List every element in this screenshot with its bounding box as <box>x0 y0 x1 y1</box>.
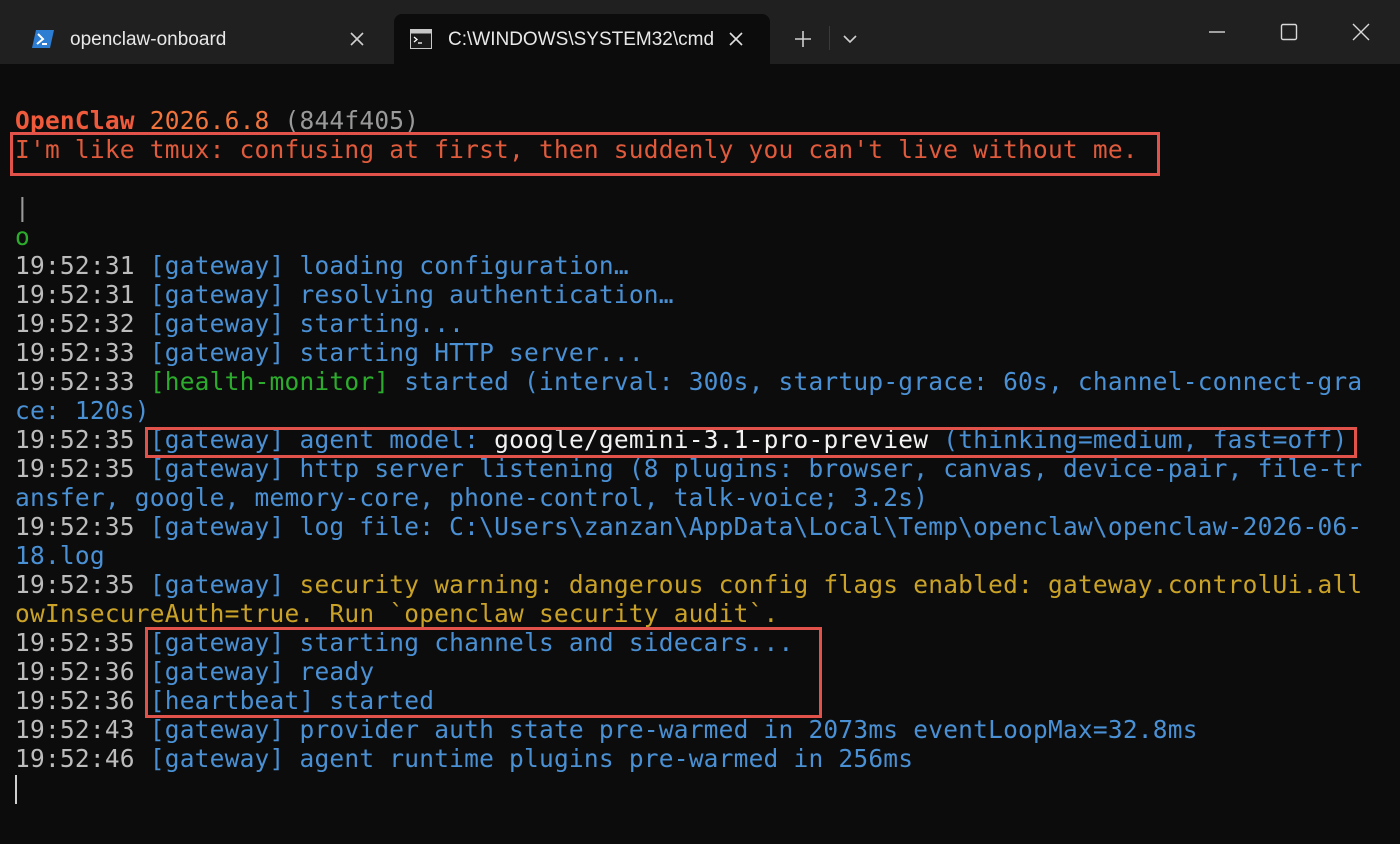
app-name: OpenClaw <box>15 106 135 135</box>
tab-separator <box>829 26 830 50</box>
log-line: 19:52:32 [gateway] starting... <box>15 309 465 338</box>
log-line-wrap: ce: 120s) <box>15 396 150 425</box>
log-line: 19:52:35 [gateway] http server listening… <box>15 454 1363 483</box>
log-line: 19:52:35 [gateway] log file: C:\Users\za… <box>15 512 1363 541</box>
banner-line: OpenClaw 2026.6.8 (844f405) <box>15 106 419 135</box>
log-line: 19:52:35 [gateway] agent model: google/g… <box>15 425 1348 454</box>
build-hash: (844f405) <box>284 106 420 135</box>
powershell-icon <box>32 30 54 48</box>
app-version: 2026.6.8 <box>149 106 270 135</box>
log-line: 19:52:33 [gateway] starting HTTP server.… <box>15 338 644 367</box>
text-cursor <box>15 775 17 804</box>
tab-title: C:\WINDOWS\SYSTEM32\cmd <box>448 29 715 50</box>
close-window-button[interactable] <box>1337 14 1385 50</box>
minimize-icon <box>1209 31 1225 33</box>
log-line: 19:52:36 [gateway] ready <box>15 657 375 686</box>
new-tab-button[interactable] <box>787 24 819 54</box>
maximize-icon <box>1280 23 1298 41</box>
log-line: 19:52:35 [gateway] starting channels and… <box>15 628 794 657</box>
tab-close-icon[interactable] <box>721 24 751 54</box>
log-line: 19:52:36 [heartbeat] started <box>15 686 435 715</box>
cmd-icon <box>410 29 432 49</box>
tab-title: openclaw-onboard <box>70 29 227 50</box>
log-line-wrap: owInsecureAuth=true. Run `openclaw secur… <box>15 599 779 628</box>
close-icon <box>1352 23 1370 41</box>
tab-dropdown-button[interactable] <box>835 24 865 54</box>
log-line: 19:52:31 [gateway] loading configuration… <box>15 251 629 280</box>
tagline: I'm like tmux: confusing at first, then … <box>15 135 1138 164</box>
pipe-line: | <box>15 193 30 222</box>
log-line: 19:52:43 [gateway] provider auth state p… <box>15 715 1198 744</box>
log-line-wrap: 18.log <box>15 541 105 570</box>
maximize-button[interactable] <box>1265 14 1313 50</box>
log-line: 19:52:31 [gateway] resolving authenticat… <box>15 280 674 309</box>
terminal-output[interactable]: OpenClaw 2026.6.8 (844f405) I'm like tmu… <box>0 64 1400 844</box>
minimize-button[interactable] <box>1193 14 1241 50</box>
agent-model-name: google/gemini-3.1-pro-preview <box>494 425 929 454</box>
log-line: 19:52:33 [health-monitor] started (inter… <box>15 367 1363 396</box>
tab-cmd[interactable]: C:\WINDOWS\SYSTEM32\cmd <box>394 14 770 64</box>
plus-icon <box>795 31 811 47</box>
chevron-down-icon <box>843 35 857 44</box>
status-marker: o <box>15 222 30 251</box>
log-line: 19:52:46 [gateway] agent runtime plugins… <box>15 744 914 773</box>
tab-close-icon[interactable] <box>342 24 372 54</box>
log-line-wrap: ansfer, google, memory-core, phone-contr… <box>15 483 929 512</box>
title-bar: openclaw-onboard C:\WINDOWS\SYSTEM32\cmd <box>0 0 1400 64</box>
log-line: 19:52:35 [gateway] security warning: dan… <box>15 570 1363 599</box>
tab-openclaw-onboard[interactable]: openclaw-onboard <box>16 14 388 64</box>
